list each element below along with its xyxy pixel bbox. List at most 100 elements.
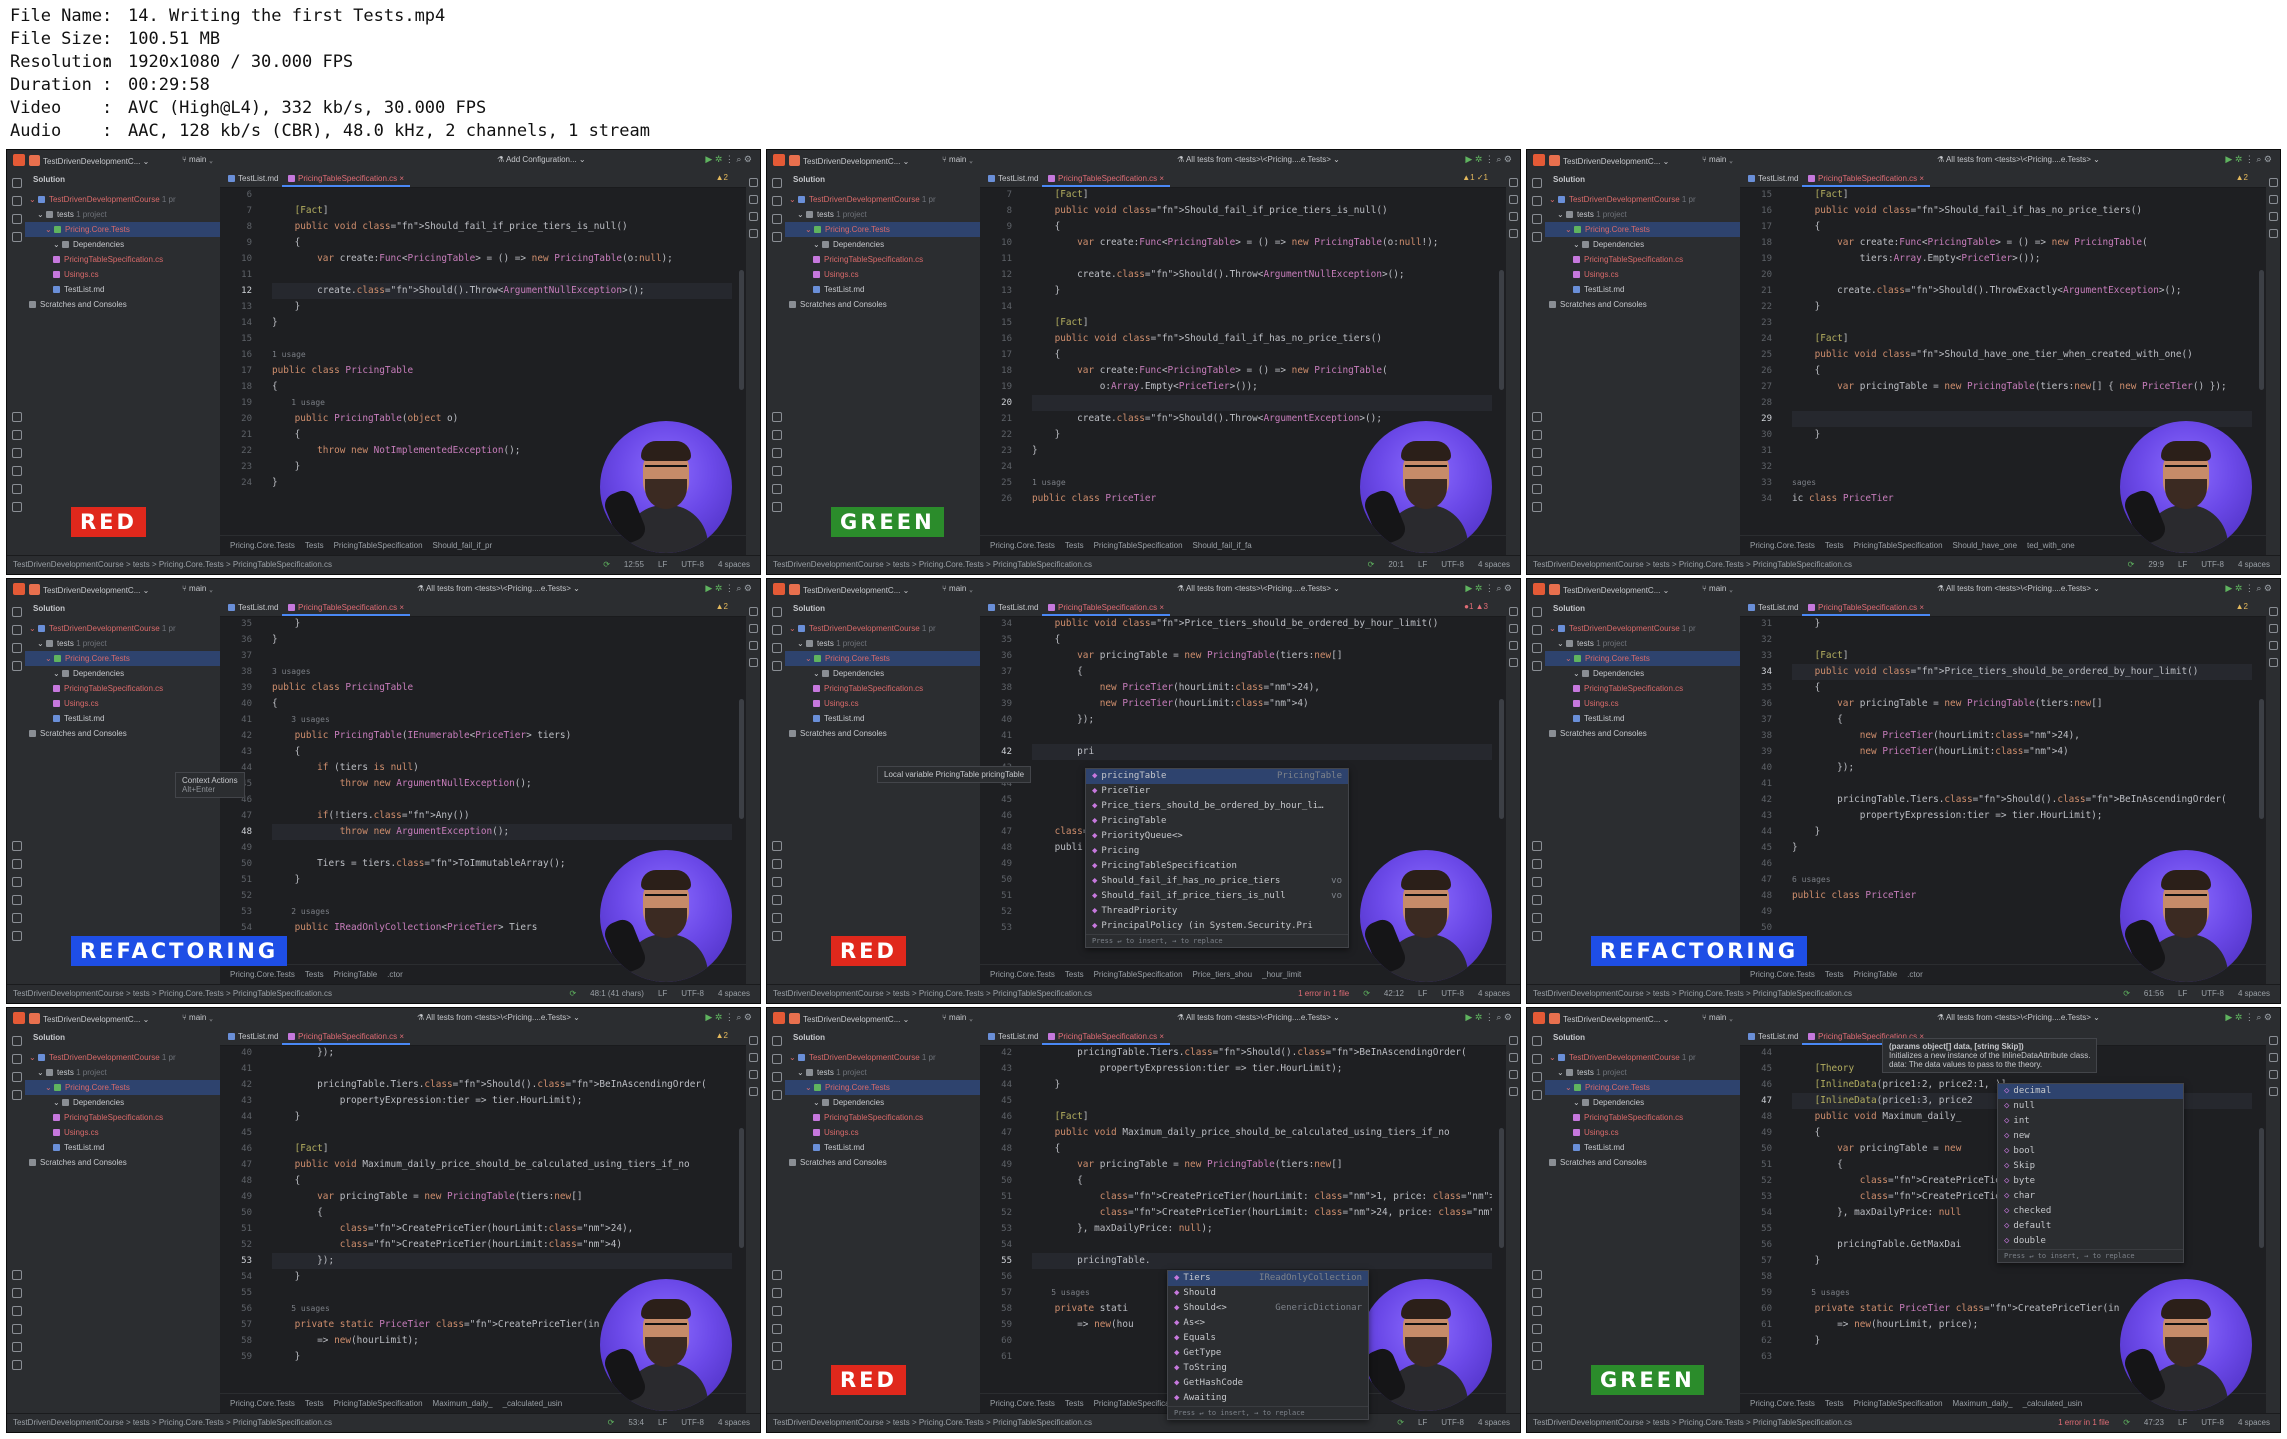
line-separator[interactable]: LF [2178, 560, 2187, 569]
run-tool-icon[interactable] [772, 412, 782, 422]
debug-icon[interactable]: ✲ [715, 1012, 725, 1022]
services-tool-icon[interactable] [1532, 1342, 1542, 1352]
commit-tool-icon[interactable] [1532, 196, 1542, 206]
run-tool-icon[interactable] [772, 1270, 782, 1280]
notifications-icon[interactable] [1509, 178, 1518, 187]
notifications-icon[interactable] [749, 1036, 758, 1045]
tree-item[interactable]: ⌄ Dependencies [25, 1095, 220, 1110]
bookmarks-tool-icon[interactable] [1532, 1090, 1542, 1100]
terminal-tool-icon[interactable] [1532, 1288, 1542, 1298]
solution-title[interactable]: Solution [33, 1033, 65, 1042]
todo-tool-icon[interactable] [1532, 1360, 1542, 1370]
search-icon[interactable]: ⌕ [736, 1012, 744, 1022]
breadcrumb-item[interactable]: Pricing.Core.Tests [1750, 970, 1815, 979]
project-tool-icon[interactable] [1532, 178, 1542, 188]
search-icon[interactable]: ⌕ [1496, 1012, 1504, 1022]
solution-title[interactable]: Solution [1553, 604, 1585, 613]
tree-item[interactable]: TestList.md [1545, 1140, 1740, 1155]
tree-item[interactable]: Usings.cs [25, 1125, 220, 1140]
debug-icon[interactable]: ✲ [715, 583, 725, 593]
completion-item[interactable]: ◆ PriorityQueue<> [1086, 829, 1348, 844]
tab-pricing-table-specification[interactable]: PricingTableSpecification.cs × [282, 599, 411, 616]
database-icon[interactable] [1509, 195, 1518, 204]
ai-assistant-icon[interactable] [749, 212, 758, 221]
branch-selector[interactable]: ⑂ main ⌄ [182, 1013, 213, 1022]
run-tool-icon[interactable] [1532, 1270, 1542, 1280]
search-icon[interactable]: ⌕ [736, 583, 744, 593]
terminal-tool-icon[interactable] [12, 859, 22, 869]
file-encoding[interactable]: UTF-8 [1441, 1418, 1464, 1427]
project-selector[interactable]: TestDrivenDevelopmentC... ⌄ [1549, 1013, 1669, 1024]
tree-item[interactable]: ⌄ tests 1 project [785, 207, 980, 222]
breadcrumb-item[interactable]: Pricing.Core.Tests [230, 970, 295, 979]
tree-item[interactable]: PricingTableSpecification.cs [785, 1110, 980, 1125]
close-icon[interactable]: × [397, 174, 404, 183]
indent-setting[interactable]: 4 spaces [2238, 989, 2270, 998]
completion-item[interactable]: ◆ Should [1168, 1286, 1368, 1301]
tree-item[interactable]: ⌄ Dependencies [25, 666, 220, 681]
solution-title[interactable]: Solution [33, 175, 65, 184]
debug-icon[interactable]: ✲ [715, 154, 725, 164]
structure-tool-icon[interactable] [1532, 214, 1542, 224]
completion-item[interactable]: ◇ int [1998, 1114, 2183, 1129]
completion-item[interactable]: ◆ PriceTier [1086, 784, 1348, 799]
tree-item[interactable]: Usings.cs [1545, 696, 1740, 711]
tree-item[interactable]: ⌄ tests 1 project [25, 636, 220, 651]
bookmarks-tool-icon[interactable] [772, 661, 782, 671]
structure-tool-icon[interactable] [1532, 1072, 1542, 1082]
run-tool-icon[interactable] [12, 1270, 22, 1280]
file-encoding[interactable]: UTF-8 [681, 989, 704, 998]
indent-setting[interactable]: 4 spaces [2238, 560, 2270, 569]
tree-item[interactable]: TestList.md [1545, 711, 1740, 726]
ai-assistant-icon[interactable] [749, 1070, 758, 1079]
commit-tool-icon[interactable] [12, 196, 22, 206]
completion-popup[interactable]: ◆ Tiers IReadOnlyCollection ◆ Should ◆ Should<… [1167, 1270, 1369, 1420]
gear-icon[interactable]: ⚙ [2264, 1012, 2272, 1022]
run-icon[interactable]: ▶ [2225, 1012, 2234, 1022]
tree-item[interactable]: ⌄ TestDrivenDevelopmentCourse 1 pr [1545, 1050, 1740, 1065]
tree-item[interactable]: ⌄ TestDrivenDevelopmentCourse 1 pr [785, 192, 980, 207]
indent-setting[interactable]: 4 spaces [1478, 560, 1510, 569]
database-icon[interactable] [1509, 624, 1518, 633]
indent-setting[interactable]: 4 spaces [1478, 1418, 1510, 1427]
breadcrumb-item[interactable]: PricingTableSpecification [1094, 541, 1183, 550]
run-configuration-selector[interactable]: ⚗ All tests from <tests>\<Pricing....e.T… [1937, 155, 2100, 164]
problems-tool-icon[interactable] [12, 448, 22, 458]
indent-setting[interactable]: 4 spaces [718, 1418, 750, 1427]
debug-icon[interactable]: ✲ [2235, 1012, 2245, 1022]
git-tool-icon[interactable] [1532, 1324, 1542, 1334]
run-tool-icon[interactable] [772, 841, 782, 851]
solution-title[interactable]: Solution [793, 604, 825, 613]
todo-tool-icon[interactable] [12, 931, 22, 941]
tree-item[interactable]: ⌄ Dependencies [785, 237, 980, 252]
tree-item[interactable]: ⌄ Dependencies [1545, 237, 1740, 252]
run-configuration-selector[interactable]: ⚗ All tests from <tests>\<Pricing....e.T… [1177, 1013, 1340, 1022]
todo-tool-icon[interactable] [772, 931, 782, 941]
completion-item[interactable]: ◇ char [1998, 1189, 2183, 1204]
tree-item[interactable]: ⌄ tests 1 project [25, 207, 220, 222]
run-configuration-selector[interactable]: ⚗ All tests from <tests>\<Pricing....e.T… [1177, 584, 1340, 593]
ai-assistant-icon[interactable] [2269, 641, 2278, 650]
solution-title[interactable]: Solution [793, 1033, 825, 1042]
problems-tool-icon[interactable] [772, 877, 782, 887]
tab-testlist[interactable]: TestList.md [222, 1028, 284, 1045]
database-icon[interactable] [2269, 195, 2278, 204]
close-icon[interactable]: × [1917, 603, 1924, 612]
breadcrumb-item[interactable]: Pricing.Core.Tests [230, 1399, 295, 1408]
tree-item[interactable]: ⌄ Pricing.Core.Tests [25, 651, 220, 666]
gear-icon[interactable]: ⚙ [2264, 154, 2272, 164]
tab-testlist[interactable]: TestList.md [222, 170, 284, 187]
breadcrumb-item[interactable]: Pricing.Core.Tests [990, 541, 1055, 550]
services-tool-icon[interactable] [772, 913, 782, 923]
caret-position[interactable]: 29:9 [2148, 560, 2164, 569]
run-tool-icon[interactable] [1532, 841, 1542, 851]
ai-assistant-icon[interactable] [1509, 1070, 1518, 1079]
indent-setting[interactable]: 4 spaces [1478, 989, 1510, 998]
commit-tool-icon[interactable] [1532, 625, 1542, 635]
project-tool-icon[interactable] [772, 1036, 782, 1046]
vertical-scrollbar[interactable] [1499, 270, 1504, 390]
project-tool-icon[interactable] [12, 1036, 22, 1046]
unit-tests-icon[interactable] [1509, 1087, 1518, 1096]
more-icon[interactable]: ⋮ [1485, 154, 1497, 164]
search-icon[interactable]: ⌕ [2256, 583, 2264, 593]
